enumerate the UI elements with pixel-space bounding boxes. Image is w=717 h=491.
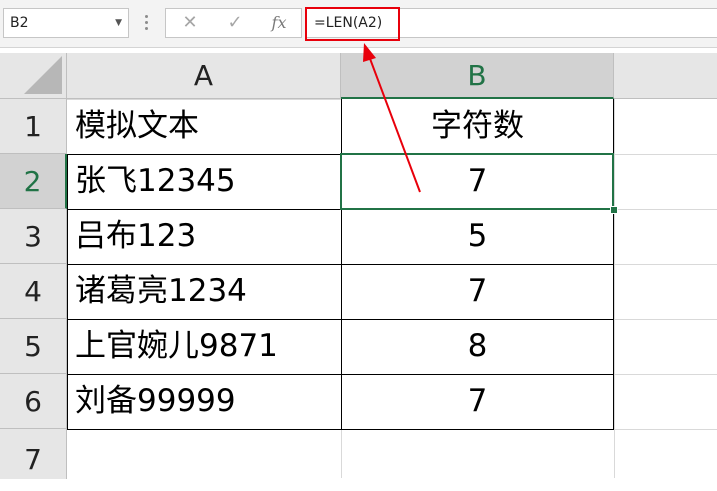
chevron-down-icon[interactable]: ▼ xyxy=(115,9,122,37)
cancel-icon[interactable]: ✕ xyxy=(170,9,210,37)
column-header-c[interactable] xyxy=(614,53,717,99)
enter-icon[interactable]: ✓ xyxy=(215,9,255,37)
cell-b7[interactable] xyxy=(341,429,614,478)
cell-a4[interactable]: 诸葛亮1234 xyxy=(67,264,341,319)
row-header-4[interactable]: 4 xyxy=(0,264,67,319)
cell-a2[interactable]: 张飞12345 xyxy=(67,154,341,209)
cell-b3[interactable]: 5 xyxy=(341,209,614,264)
cell-a7[interactable] xyxy=(67,429,341,478)
column-header-b[interactable]: B xyxy=(341,53,614,99)
spreadsheet-grid: A B 1 2 3 4 5 6 7 模拟文本 字符数 张飞12345 7 吕布1… xyxy=(0,53,717,479)
select-all-corner[interactable] xyxy=(0,53,67,99)
cell-b1[interactable]: 字符数 xyxy=(341,99,614,154)
cell-a5[interactable]: 上官婉儿9871 xyxy=(67,319,341,374)
formula-highlight-box xyxy=(305,7,400,41)
formula-buttons: ✕ ✓ fx xyxy=(165,8,302,38)
drag-handle-icon[interactable] xyxy=(143,12,149,34)
cell-b4[interactable]: 7 xyxy=(341,264,614,319)
fill-handle[interactable] xyxy=(610,206,618,214)
column-header-a[interactable]: A xyxy=(67,53,341,99)
row-header-2[interactable]: 2 xyxy=(0,154,67,209)
row-header-5[interactable]: 5 xyxy=(0,319,67,374)
cell-a3[interactable]: 吕布123 xyxy=(67,209,341,264)
cell-b6[interactable]: 7 xyxy=(341,374,614,429)
cell-a6[interactable]: 刘备99999 xyxy=(67,374,341,429)
name-box[interactable]: B2 ▼ xyxy=(3,8,129,38)
insert-function-icon[interactable]: fx xyxy=(259,9,299,37)
active-cell-selection xyxy=(340,153,614,210)
cell-b5[interactable]: 8 xyxy=(341,319,614,374)
row-header-7[interactable]: 7 xyxy=(0,429,67,479)
cell-a1[interactable]: 模拟文本 xyxy=(67,99,341,154)
row-header-6[interactable]: 6 xyxy=(0,374,67,429)
row-header-1[interactable]: 1 xyxy=(0,99,67,154)
formula-bar: B2 ▼ ✕ ✓ fx =LEN(A2) xyxy=(0,0,717,48)
row-header-3[interactable]: 3 xyxy=(0,209,67,264)
name-box-value: B2 xyxy=(10,15,29,31)
